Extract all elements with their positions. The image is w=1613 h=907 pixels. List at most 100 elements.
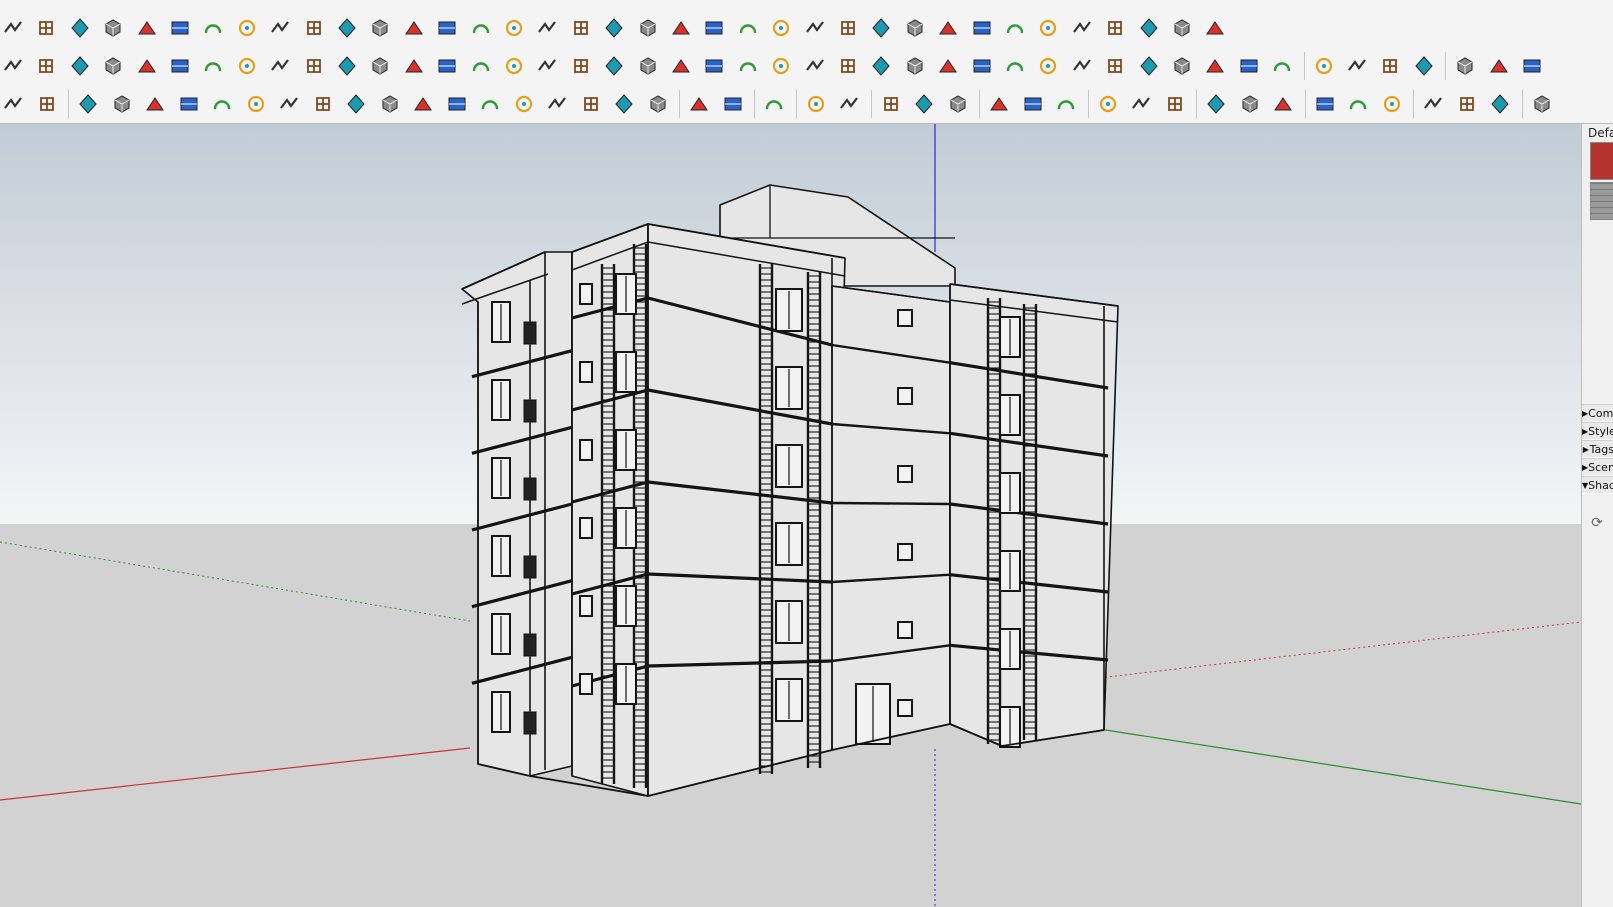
grid-orange-b-icon[interactable] [1102,53,1128,79]
copy-icon[interactable] [1454,91,1480,117]
music-note-icon[interactable] [902,15,928,41]
wrench-icon[interactable] [578,91,604,117]
align-c-icon[interactable] [945,91,971,117]
cursor-select-icon[interactable] [761,91,787,117]
rectangle-icon[interactable] [276,91,302,117]
slope-icon[interactable] [668,15,694,41]
flag-icon[interactable] [267,53,293,79]
align-a-icon[interactable] [878,91,904,117]
layer-white-icon[interactable] [134,53,160,79]
cone-teal-icon[interactable] [534,53,560,79]
hand-tool-icon[interactable] [534,15,560,41]
flow-green-icon[interactable] [835,53,861,79]
fillet-icon[interactable] [267,15,293,41]
window-blue-b-icon[interactable] [1237,91,1263,117]
hatch-c-icon[interactable] [1102,15,1128,41]
loop-orange-icon[interactable] [668,53,694,79]
fan-lines-icon[interactable] [1136,15,1162,41]
arrow-tool-icon[interactable] [601,15,627,41]
modeling-viewport[interactable] [0,124,1581,907]
texture-b-icon[interactable] [1345,91,1371,117]
stripes-b-icon[interactable] [1002,15,1028,41]
explode-c-icon[interactable] [935,53,961,79]
shell-icon[interactable] [434,15,460,41]
material-swatch-brick[interactable] [1590,182,1613,220]
curve-tool-icon[interactable] [367,15,393,41]
grid-cross-b-icon[interactable] [1128,91,1154,117]
components-icon[interactable] [1529,91,1555,117]
ellipse-icon[interactable] [611,91,637,117]
prism-icon[interactable] [1377,53,1403,79]
solid-trim-icon[interactable] [234,15,260,41]
stairs-curved-icon[interactable] [468,15,494,41]
push-pull-icon[interactable] [0,15,26,41]
material-swatch-red[interactable] [1590,142,1613,180]
scale-down-icon[interactable] [836,91,862,117]
texture-a-icon[interactable] [1312,91,1338,117]
crack-icon[interactable] [142,91,168,117]
tray-panel-shadows[interactable]: ▼Shadows [1582,476,1613,494]
tray-panel-tags[interactable]: ▶ Tags [1582,440,1613,458]
green-slab-icon[interactable] [686,91,712,117]
circle-arrow-icon[interactable] [635,53,661,79]
pencil-line-icon[interactable] [1269,53,1295,79]
stripes-d-icon[interactable] [1169,15,1195,41]
profile-a-icon[interactable] [701,15,727,41]
arc-open-icon[interactable] [343,91,369,117]
zigzag-icon[interactable] [109,91,135,117]
refresh-icon[interactable]: ⟳ [1588,514,1606,532]
ruler-icon[interactable] [1311,53,1337,79]
gem-red-icon[interactable] [969,53,995,79]
hatch-a-icon[interactable] [835,15,861,41]
cube-blue-icon[interactable] [1411,53,1437,79]
checker-icon[interactable] [1420,91,1446,117]
surface-icon[interactable] [568,15,594,41]
spring-icon[interactable] [209,91,235,117]
tree-icon[interactable] [1379,91,1405,117]
mesh-icon[interactable] [1002,53,1028,79]
square-frame-icon[interactable] [1035,53,1061,79]
corner-arc-icon[interactable] [367,53,393,79]
solid-red-icon[interactable] [200,53,226,79]
grid-cross-a-icon[interactable] [1095,91,1121,117]
green-house-icon[interactable] [720,91,746,117]
clip-icon[interactable] [1487,91,1513,117]
arc-red-icon[interactable] [477,91,503,117]
tube-icon[interactable] [401,15,427,41]
cross-red-icon[interactable] [434,53,460,79]
arc-green-icon[interactable] [243,91,269,117]
puzzle-blue-icon[interactable] [501,53,527,79]
triangle-icon[interactable] [601,53,627,79]
grid-hatch-icon[interactable] [935,15,961,41]
dotted-circle-icon[interactable] [1202,53,1228,79]
scales-icon[interactable] [1519,53,1545,79]
arc-small-icon[interactable] [444,91,470,117]
bucket-dark-icon[interactable] [1344,53,1370,79]
scene-canvas[interactable] [0,124,1581,907]
cube-brown-icon[interactable] [768,53,794,79]
points-x-icon[interactable] [1169,53,1195,79]
roof-lines-icon[interactable] [635,15,661,41]
intersect-icon[interactable] [67,15,93,41]
rotate-orange-icon[interactable] [167,53,193,79]
follow-me-icon[interactable] [134,15,160,41]
wave-icon[interactable] [176,91,202,117]
window-blue-a-icon[interactable] [1203,91,1229,117]
profile-b-icon[interactable] [735,15,761,41]
divide-b-icon[interactable] [1020,91,1046,117]
tray-panel-styles[interactable]: ▶Styles [1582,422,1613,440]
divide-a-icon[interactable] [986,91,1012,117]
hook-icon[interactable] [410,91,436,117]
polyline-icon[interactable] [401,53,427,79]
gray-curve-icon[interactable] [1486,53,1512,79]
list-frame-icon[interactable] [234,53,260,79]
layer-red-icon[interactable] [100,53,126,79]
undo-red-icon[interactable] [802,53,828,79]
stripes-a-icon[interactable] [969,15,995,41]
layer-green-icon[interactable] [67,53,93,79]
arrow-gray-icon[interactable] [334,53,360,79]
extend-icon[interactable] [334,15,360,41]
divide-c-icon[interactable] [1053,91,1079,117]
grid-cross-c-icon[interactable] [1162,91,1188,117]
tray-panel-scenes[interactable]: ▶Scenes [1582,458,1613,476]
